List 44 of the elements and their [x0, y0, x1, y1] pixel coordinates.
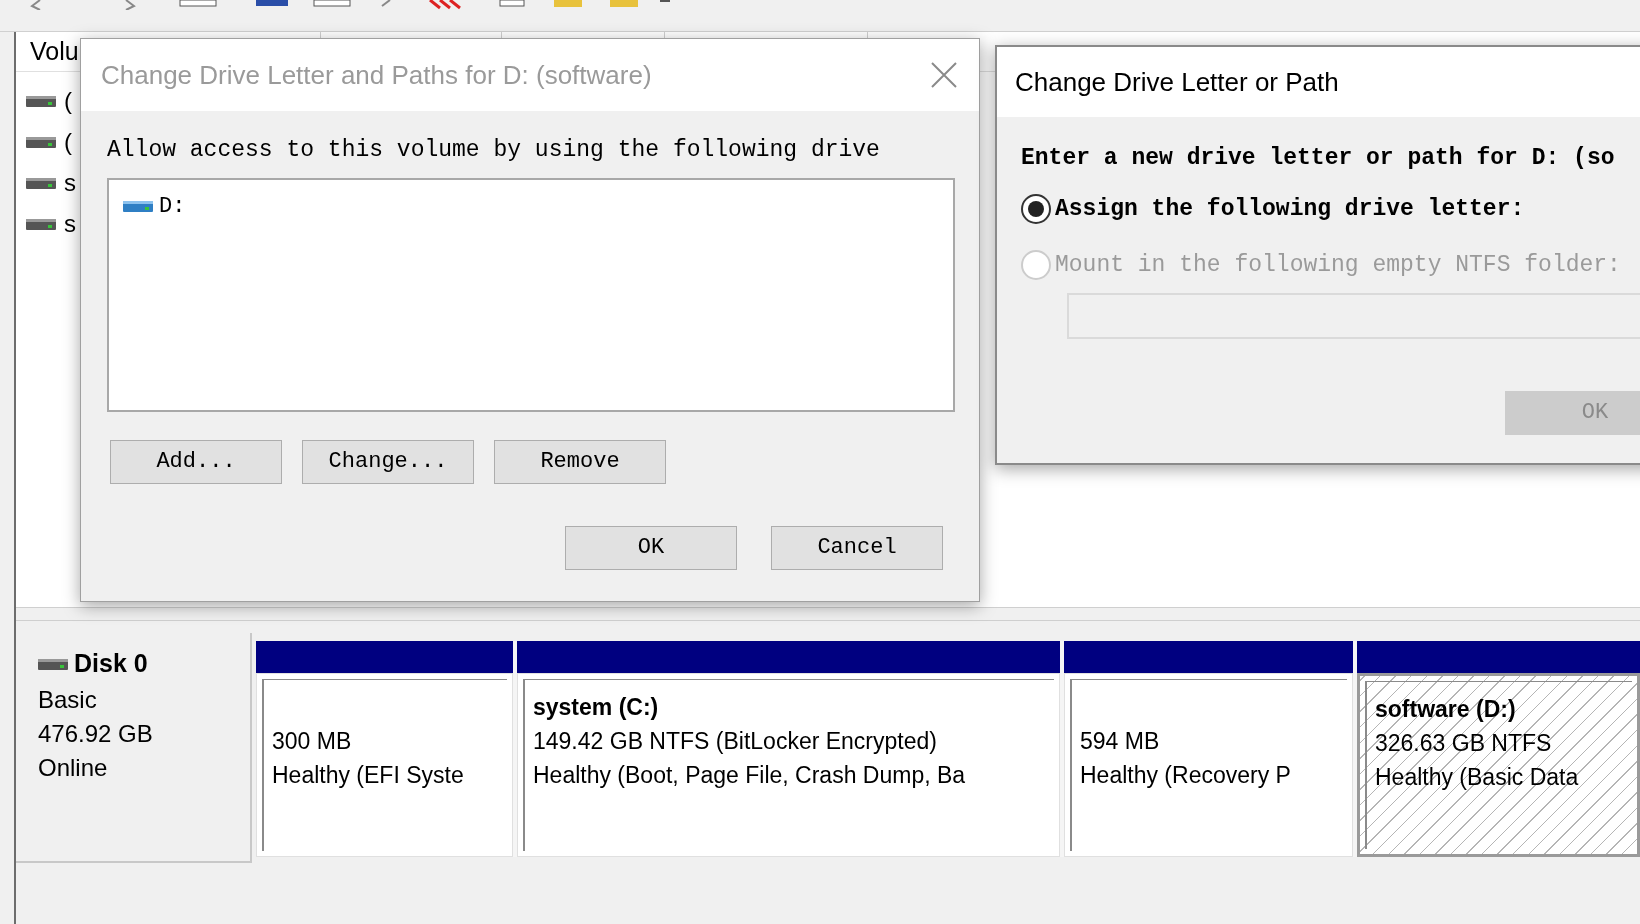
drive-icon — [123, 199, 153, 213]
dialog-title: Change Drive Letter and Paths for D: (software) — [101, 58, 652, 92]
partition-name: system (C:) — [533, 693, 660, 722]
radio-option[interactable]: Assign the following drive letter: — [1021, 191, 1640, 226]
volume-name[interactable]: s — [64, 164, 76, 201]
volume-name[interactable]: ( — [64, 123, 72, 160]
drive-icon — [26, 175, 56, 190]
dialog-button[interactable]: Remove — [494, 439, 666, 484]
partition-block[interactable]: 594 MB Healthy (Recovery P — [1064, 673, 1353, 857]
dialog-button[interactable]: Cancel — [771, 525, 943, 570]
partition-size: 326.63 GB NTFS — [1375, 729, 1553, 758]
description-text: Allow access to this volume by using the following drive — [107, 136, 881, 165]
disk-type: Basic — [38, 684, 98, 715]
disk-name: Disk 0 — [74, 648, 148, 679]
partition-health: Healthy (Recovery P — [1080, 761, 1292, 790]
drive-list[interactable]: D: — [107, 177, 955, 412]
partition-block[interactable]: system (C:) 149.42 GB NTFS (BitLocker Encrypted) Healthy (Boot, Page File, Crash Dump, Ba — [517, 673, 1060, 857]
partition-name: software (D:) — [1375, 695, 1517, 724]
close-icon[interactable] — [931, 62, 957, 88]
partition-size: 149.42 GB NTFS (BitLocker Encrypted) — [533, 727, 938, 756]
dialog-button[interactable]: Add... — [110, 439, 282, 484]
drive-icon — [26, 93, 56, 108]
partition-block[interactable]: 300 MB Healthy (EFI Syste — [256, 673, 513, 857]
drive-icon — [26, 134, 56, 149]
partition-health: Healthy (Boot, Page File, Crash Dump, Ba — [533, 761, 967, 790]
disk-info-panel[interactable]: Disk 0 Basic 476.92 GB Online — [16, 633, 252, 863]
prompt-text: Enter a new drive letter or path for D: (so — [1021, 144, 1616, 173]
radio-button[interactable] — [1021, 193, 1051, 224]
drive-icon — [38, 656, 68, 671]
partition-size: 300 MB — [272, 727, 353, 756]
partition-health: Healthy (EFI Syste — [272, 761, 465, 790]
volume-name[interactable]: s — [64, 205, 76, 242]
pane-splitter[interactable] — [16, 607, 1640, 621]
dialog-title: Change Drive Letter or Path — [1015, 65, 1339, 99]
dialog-button[interactable]: Change... — [302, 439, 474, 484]
volume-name[interactable]: ( — [64, 82, 72, 119]
partition-size: 594 MB — [1080, 727, 1161, 756]
partition-health: Healthy (Basic Data — [1375, 763, 1580, 792]
disk-status: Online — [38, 752, 109, 783]
partition-block[interactable]: software (D:) 326.63 GB NTFS Healthy (Basic Data — [1357, 673, 1640, 857]
disk-size: 476.92 GB — [38, 718, 154, 749]
drive-list-item[interactable]: D: — [123, 189, 190, 223]
drive-icon — [26, 216, 56, 231]
dialog-button[interactable]: OK — [565, 525, 737, 570]
